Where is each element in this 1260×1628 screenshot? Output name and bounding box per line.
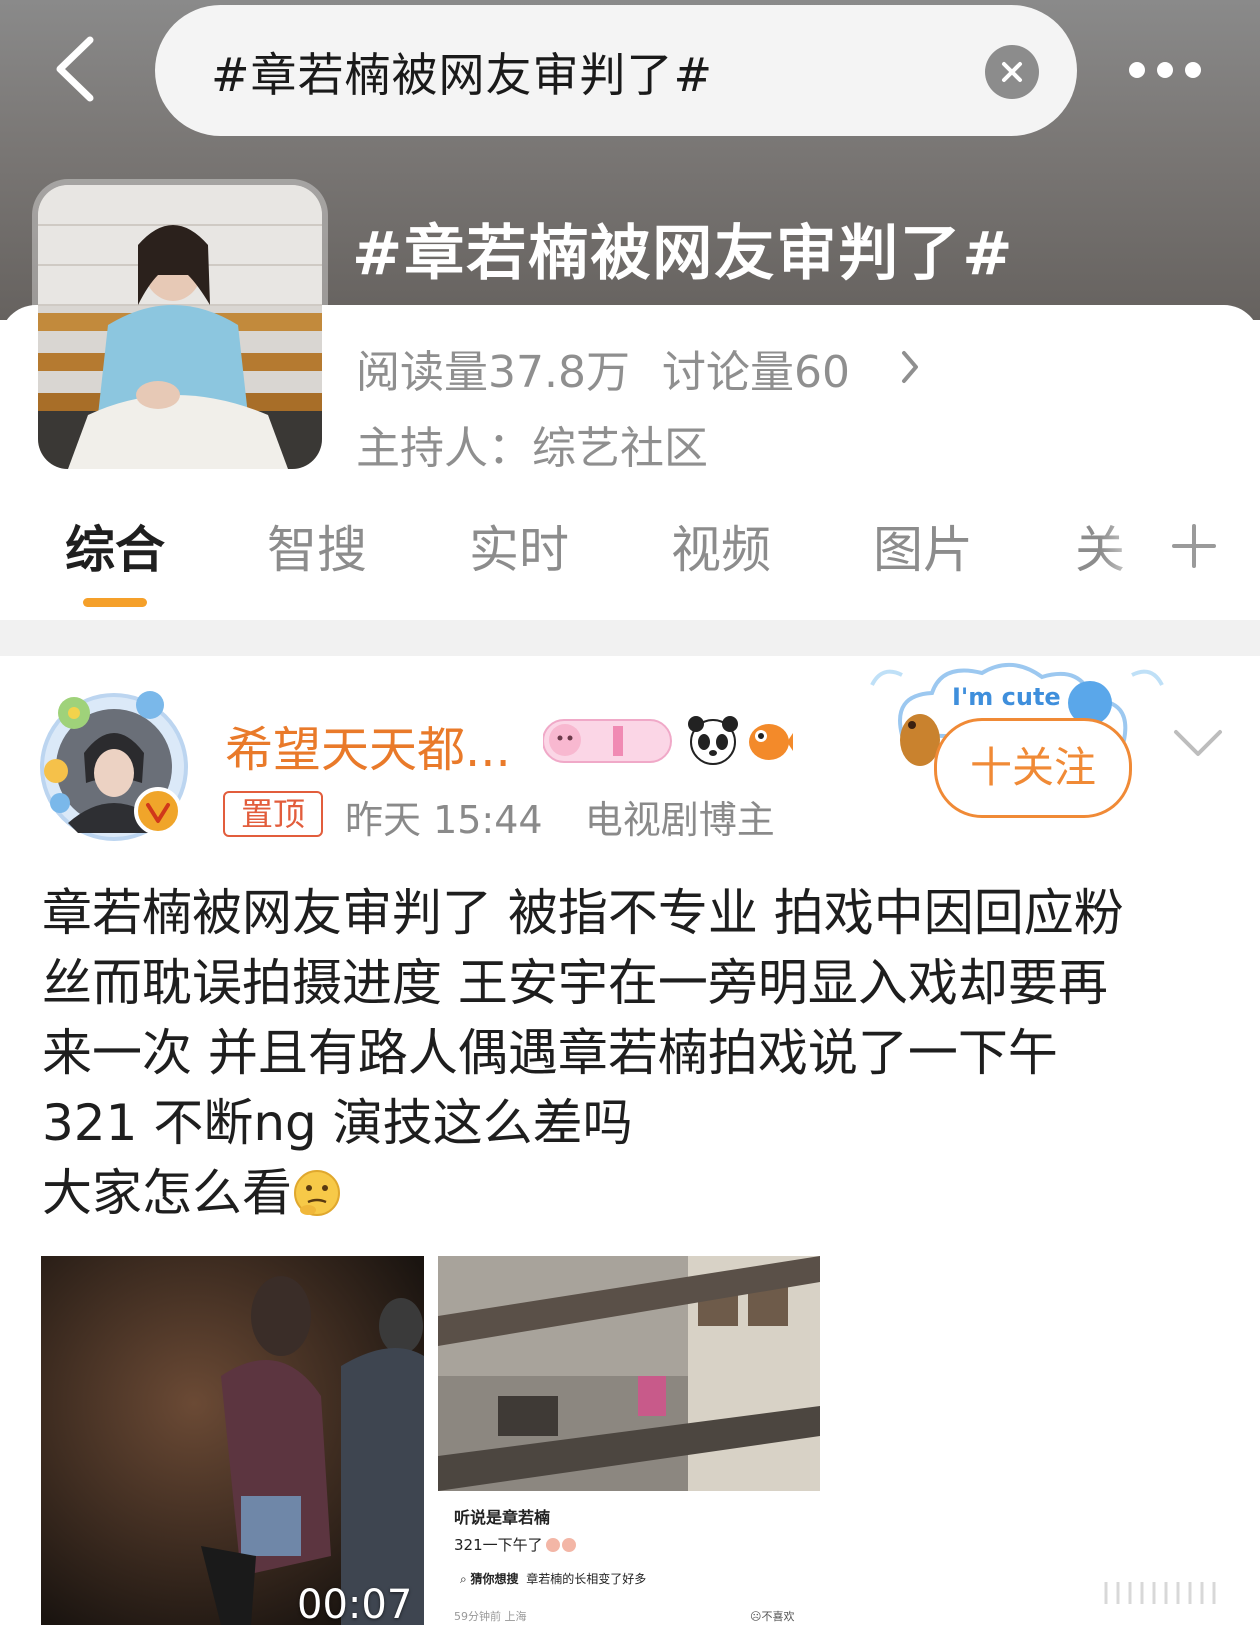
panda-icon [688, 716, 738, 765]
screenshot-title: 听说是章若楠 [454, 1508, 551, 1527]
screenshot-search-row: ⌕ 猜你想搜 章若楠的长相变了好多 [460, 1570, 646, 1587]
thinking-emoji-icon [294, 1170, 340, 1216]
pig-badge-icon [543, 719, 672, 763]
search-bar[interactable]: #章若楠被网友审判了# [155, 5, 1077, 136]
tab-smart-search[interactable]: 智搜 [267, 510, 367, 582]
screenshot-search-term: 章若楠的长相变了好多 [526, 1572, 647, 1586]
tab-realtime[interactable]: 实时 [469, 510, 569, 582]
back-arrow-icon[interactable] [48, 34, 108, 104]
video-thumbnail[interactable] [41, 1256, 424, 1625]
video-duration: 00:07 [297, 1582, 413, 1628]
post-body-line: 来一次 并且有路人偶遇章若楠拍戏说了一下午 [42, 1024, 1058, 1082]
screenshot-dislike-label: 不喜欢 [761, 1610, 795, 1623]
pinned-badge: 置顶 [223, 791, 323, 837]
tab-comprehensive[interactable]: 综合 [65, 510, 165, 582]
screenshot-search-label: 猜你想搜 [470, 1572, 519, 1586]
topic-cover-image[interactable] [38, 185, 322, 469]
image-count-indicator [1104, 1582, 1216, 1604]
tab-pictures[interactable]: 图片 [873, 510, 973, 582]
avatar[interactable] [38, 683, 190, 849]
screenshot-photo [438, 1256, 820, 1491]
post-body-line: 丝而耽误拍摄进度 王安宇在一旁明显入戏却要再 [42, 954, 1108, 1012]
dislike-icon: ☹ [750, 1610, 762, 1623]
tab-video[interactable]: 视频 [671, 510, 771, 582]
post-meta: 昨天 15:44 电视剧博主 [345, 789, 775, 844]
screenshot-subtitle-text: 321一下午了 [454, 1536, 543, 1554]
more-icon[interactable] [1125, 55, 1205, 85]
discussions-count: 讨论量60 [661, 347, 850, 398]
chevron-right-icon[interactable] [898, 347, 922, 387]
user-badges[interactable] [543, 712, 793, 770]
search-icon: ⌕ [460, 1572, 471, 1586]
clear-icon[interactable] [985, 45, 1039, 99]
post-body-text: 大家怎么看 [42, 1164, 292, 1222]
screenshot-footer-left: 59分钟前 上海 [454, 1610, 527, 1623]
reads-count: 阅读量37.8万 [356, 347, 630, 398]
post-body[interactable]: 章若楠被网友审判了 被指不专业 拍戏中因回应粉 丝而耽误拍摄进度 王安宇在一旁明… [42, 878, 1222, 1228]
post-username[interactable]: 希望天天都... [225, 710, 511, 780]
author-role: 电视剧博主 [584, 798, 775, 842]
search-query[interactable]: #章若楠被网友审判了# [211, 39, 713, 105]
follow-button[interactable]: 十关注 [934, 718, 1132, 818]
chevron-down-icon[interactable] [1172, 728, 1224, 758]
post-body-line-last: 大家怎么看 [42, 1158, 1222, 1228]
topic-host[interactable]: 主持人：综艺社区 [356, 412, 708, 476]
post-time: 昨天 15:44 [345, 798, 543, 842]
fish-icon [749, 724, 793, 760]
screenshot-subtitle: 321一下午了 [454, 1534, 576, 1555]
decor-text: I'm cute [952, 683, 1061, 711]
post-body-line: 321 不断ng 演技这么差吗 [42, 1094, 633, 1152]
plus-icon[interactable] [1170, 522, 1218, 570]
topic-stats[interactable]: 阅读量37.8万 讨论量60 [356, 340, 850, 398]
topic-title: #章若楠被网友审判了# [352, 219, 1015, 289]
crying-emoji-icon [561, 1538, 576, 1552]
tab-bar-fade [1100, 510, 1160, 590]
crying-emoji-icon [545, 1538, 560, 1552]
post-body-line: 章若楠被网友审判了 被指不专业 拍戏中因回应粉 [42, 884, 1124, 942]
section-divider [0, 619, 1260, 656]
image-thumbnail[interactable]: 听说是章若楠 321一下午了 ⌕ 猜你想搜 章若楠的长相变了好多 59分钟前 上… [438, 1256, 820, 1625]
tab-bar: 综合 智搜 实时 视频 图片 关 [0, 510, 1260, 600]
screenshot-footer-right: ☹不喜欢 [750, 1608, 794, 1624]
active-tab-indicator [83, 598, 147, 607]
